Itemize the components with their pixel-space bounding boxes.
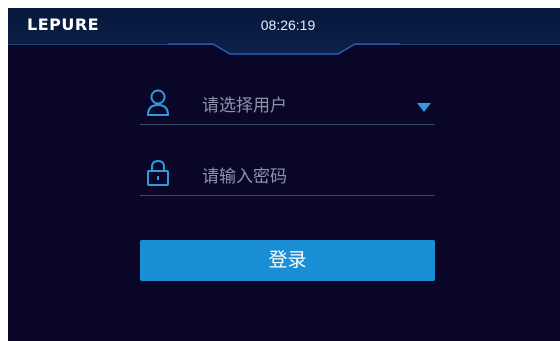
brand-logo: LEPURE: [27, 15, 100, 34]
clock-display: 08:26:19: [260, 17, 316, 33]
user-select[interactable]: 请选择用户: [140, 84, 435, 125]
user-select-placeholder: 请选择用户: [202, 96, 287, 116]
chevron-down-icon[interactable]: [417, 98, 431, 112]
user-icon: [146, 88, 170, 116]
login-button[interactable]: 登录: [140, 240, 435, 281]
login-screen: LEPURE 08:26:19 请选择用户 请输入密码 登录: [8, 8, 560, 341]
top-bar: LEPURE 08:26:19: [8, 8, 560, 45]
password-field[interactable]: 请输入密码: [140, 155, 435, 196]
lock-icon: [146, 159, 170, 187]
password-placeholder: 请输入密码: [202, 167, 287, 187]
